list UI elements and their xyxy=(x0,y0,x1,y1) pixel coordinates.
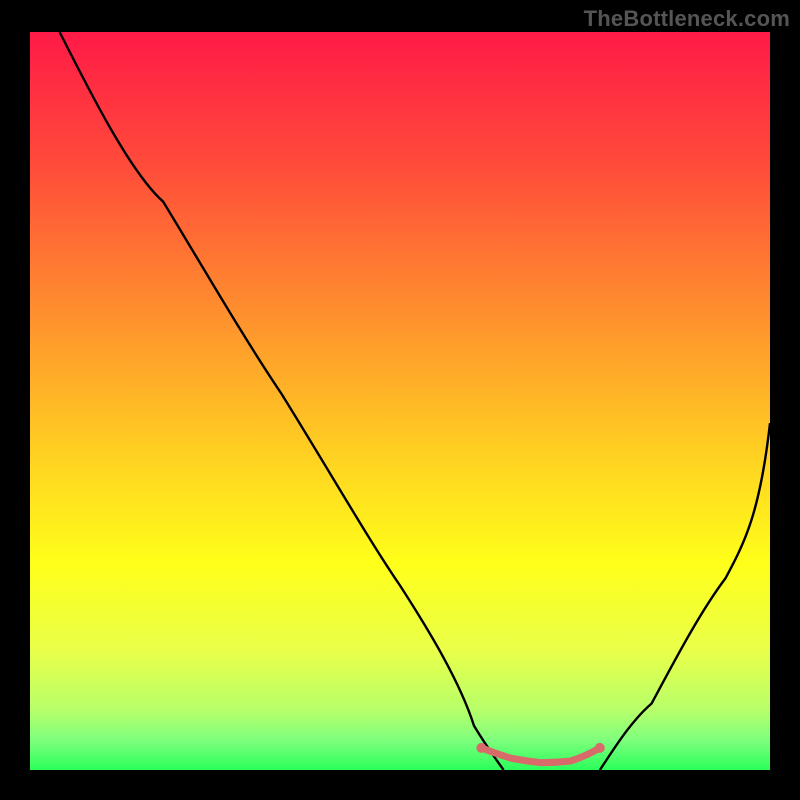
chart-container: TheBottleneck.com xyxy=(0,0,800,800)
chart-curves xyxy=(30,32,770,770)
bottleneck-curve-left xyxy=(60,32,504,770)
watermark-text: TheBottleneck.com xyxy=(584,6,790,32)
bottleneck-curve-right xyxy=(600,423,770,770)
plot-area xyxy=(30,32,770,770)
